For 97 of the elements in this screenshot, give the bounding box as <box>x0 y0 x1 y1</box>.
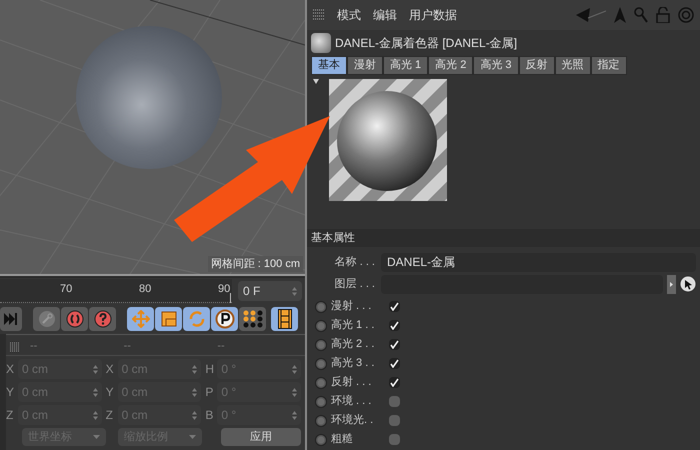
channel-label: 漫射 . . . <box>331 299 372 314</box>
channel-label: 环境光. . <box>331 412 374 428</box>
name-field[interactable]: DANEL-金属 <box>381 252 696 272</box>
checkbox[interactable] <box>389 434 400 445</box>
dot-grid-icon <box>242 310 262 328</box>
radio-icon[interactable] <box>315 396 327 408</box>
up-arrow-icon[interactable] <box>614 7 626 23</box>
tab[interactable]: 光照 <box>554 56 591 75</box>
layer-arrow-button[interactable] <box>667 274 676 294</box>
radio-icon[interactable] <box>315 358 327 370</box>
scale-tool-button[interactable] <box>155 307 182 331</box>
search-icon[interactable] <box>634 7 648 23</box>
film-button[interactable] <box>271 307 298 331</box>
right-caret-icon <box>670 282 673 286</box>
points-grid-button[interactable] <box>239 307 266 331</box>
checkbox[interactable] <box>389 320 400 331</box>
menu-item[interactable]: 用户数据 <box>409 6 457 24</box>
tab[interactable]: 高光 3 <box>473 56 519 75</box>
menu-item[interactable]: 编辑 <box>373 6 397 24</box>
channel-label: 高光 3 . . <box>331 356 376 372</box>
axis-label: B <box>205 407 214 424</box>
checkbox[interactable] <box>389 358 400 369</box>
back-arrow-icon[interactable] <box>576 8 606 22</box>
check-icon <box>390 321 399 330</box>
check-icon <box>390 378 399 387</box>
timeline-ruler[interactable]: 70 80 90 <box>0 279 232 303</box>
skip-end-icon <box>4 313 18 325</box>
checkbox[interactable] <box>389 415 400 426</box>
radio-icon[interactable] <box>315 338 327 350</box>
film-strip-icon <box>278 309 292 329</box>
checkbox[interactable] <box>389 339 400 350</box>
check-icon <box>390 359 399 368</box>
pointer-icon[interactable] <box>680 276 696 292</box>
grip-icon <box>10 342 20 352</box>
p-circle-icon <box>214 309 234 329</box>
scale-icon <box>160 311 176 327</box>
axis-label: X <box>6 361 16 378</box>
axis-label: Z <box>106 407 114 424</box>
target-icon[interactable] <box>678 7 694 23</box>
help-icon <box>94 310 112 328</box>
frame-field[interactable]: 0 F <box>238 281 302 301</box>
channel-label: 粗糙 <box>331 432 354 448</box>
dropdown-caret-icon <box>93 435 100 439</box>
frame-tick-label: 90 <box>218 282 230 297</box>
collapse-triangle-icon[interactable] <box>313 79 319 84</box>
channel-label: 环境 . . . <box>331 394 372 410</box>
radio-icon[interactable] <box>315 320 327 332</box>
radio-icon[interactable] <box>315 414 327 426</box>
dropdown-caret-icon <box>189 435 196 439</box>
end-frame-button[interactable] <box>0 307 22 331</box>
section-title: 基本属性 <box>311 230 355 246</box>
move-icon <box>132 310 150 328</box>
radio-icon[interactable] <box>315 434 327 446</box>
grid-spacing-label: 网格间距 : 100 cm <box>208 256 303 272</box>
key-button[interactable] <box>33 307 60 331</box>
frame-tick-label: 80 <box>139 282 152 297</box>
help-button[interactable] <box>89 307 116 331</box>
spinner-icon[interactable] <box>292 286 297 296</box>
checkbox[interactable] <box>389 377 400 388</box>
material-thumbnail <box>311 33 331 53</box>
menu-item[interactable]: 模式 <box>337 6 361 24</box>
point-mode-button[interactable] <box>211 307 238 331</box>
axis-label: Z <box>6 407 14 424</box>
column-header: -- <box>124 339 132 354</box>
tab[interactable]: 基本 <box>311 56 347 75</box>
key-icon <box>38 310 56 328</box>
tab[interactable]: 高光 2 <box>428 56 474 75</box>
axis-label: P <box>205 384 214 401</box>
record-button[interactable] <box>61 307 88 331</box>
axis-label: H <box>205 361 216 378</box>
frame-tick-label: 70 <box>60 282 72 297</box>
check-icon <box>390 302 399 311</box>
field-label: 图层 . . . <box>334 276 376 292</box>
radio-icon[interactable] <box>315 300 327 312</box>
record-icon <box>66 310 84 328</box>
axis-label: Y <box>6 384 16 401</box>
tab[interactable]: 漫射 <box>347 56 383 75</box>
radio-icon[interactable] <box>315 376 327 388</box>
column-header: -- <box>217 339 226 354</box>
axis-label: Y <box>106 384 115 401</box>
checkbox[interactable] <box>389 301 400 312</box>
channel-label: 高光 2 . . <box>331 336 376 352</box>
channel-label: 高光 1 . . <box>331 318 376 334</box>
column-header: -- <box>30 339 38 354</box>
checkbox[interactable] <box>389 396 400 407</box>
material-title: DANEL-金属着色器 [DANEL-金属] <box>335 35 518 52</box>
channel-label: 反射 . . . <box>331 375 372 390</box>
lock-icon[interactable] <box>656 7 670 23</box>
axis-label: X <box>106 361 115 378</box>
tab[interactable]: 高光 1 <box>383 56 428 75</box>
move-tool-button[interactable] <box>127 307 154 331</box>
tab[interactable]: 指定 <box>590 56 627 75</box>
tab[interactable]: 反射 <box>518 56 555 75</box>
grip-icon <box>313 9 325 21</box>
check-icon <box>390 340 399 349</box>
rotate-icon <box>188 310 206 328</box>
field-label: 名称 . . . <box>334 254 376 270</box>
